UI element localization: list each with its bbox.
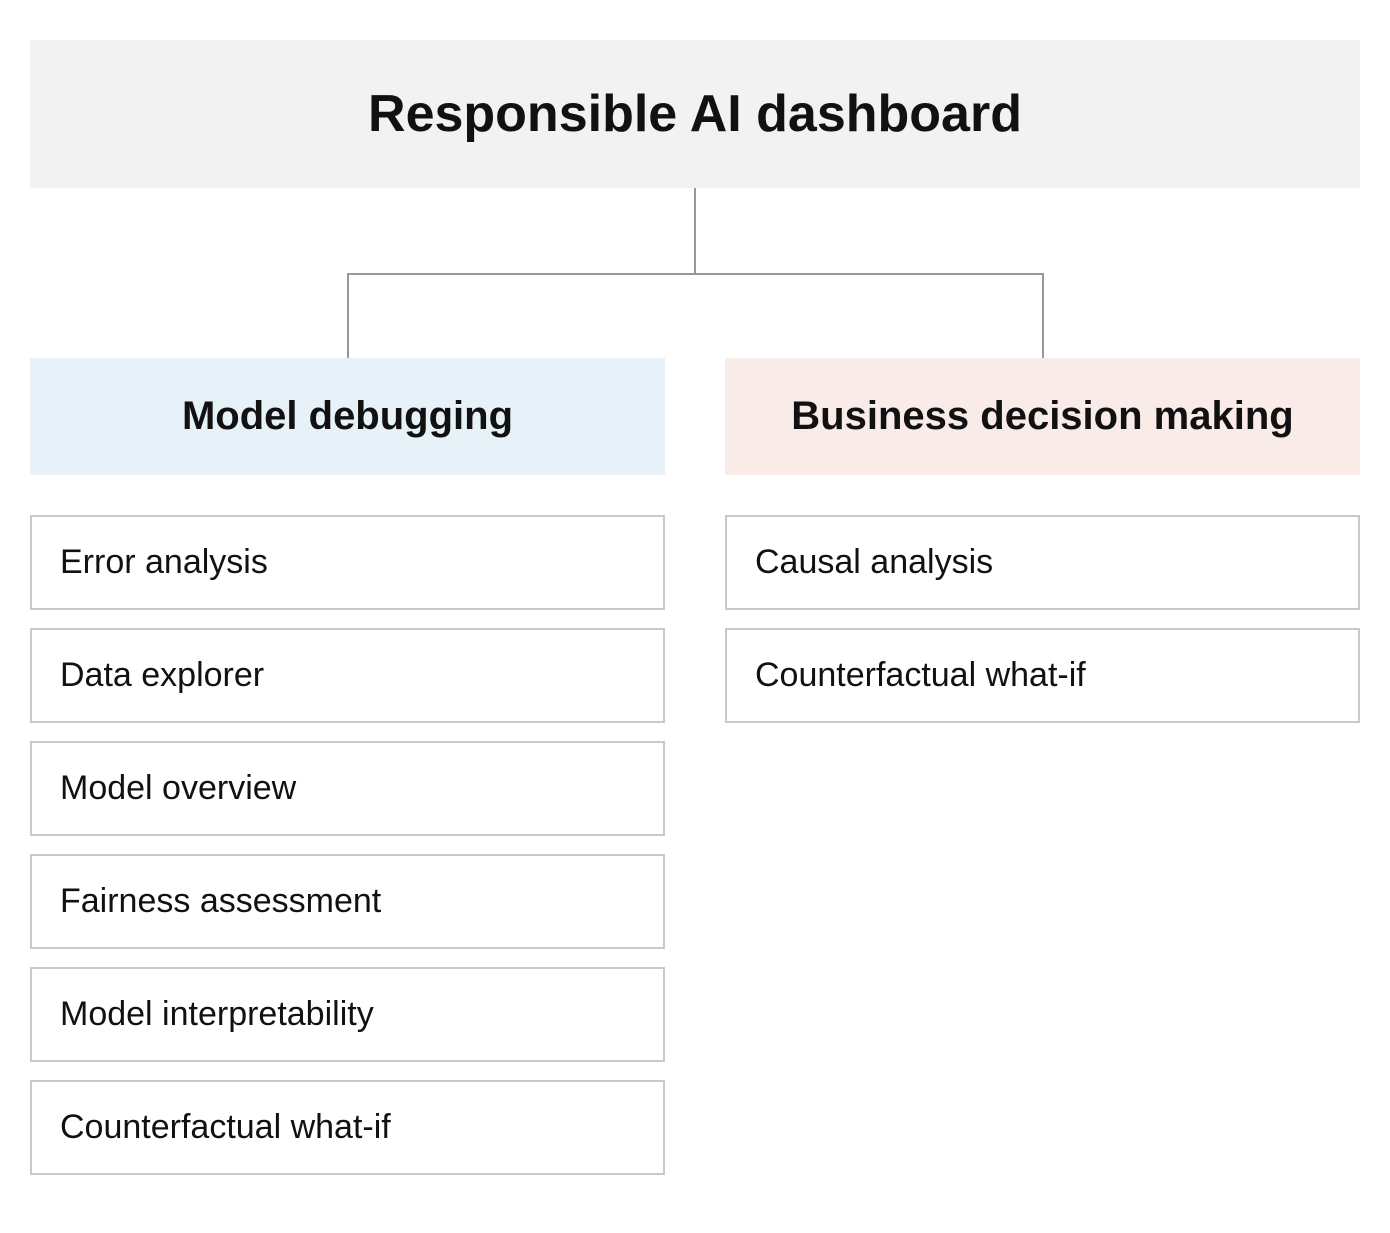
connector-hbar (348, 273, 1043, 275)
connector-stem (694, 188, 696, 273)
column-title: Business decision making (791, 394, 1293, 438)
list-item: Counterfactual what-if (725, 628, 1360, 723)
item-label: Error analysis (60, 543, 268, 581)
list-item: Counterfactual what-if (30, 1080, 665, 1175)
list-item: Fairness assessment (30, 854, 665, 949)
root-title: Responsible AI dashboard (368, 85, 1022, 143)
item-label: Causal analysis (755, 543, 993, 581)
list-item: Data explorer (30, 628, 665, 723)
column-title: Model debugging (182, 394, 513, 438)
column-header-model-debugging: Model debugging (30, 358, 665, 475)
list-item: Model interpretability (30, 967, 665, 1062)
item-label: Counterfactual what-if (60, 1108, 391, 1146)
list-item: Causal analysis (725, 515, 1360, 610)
connector-lines (30, 188, 1360, 358)
root-node: Responsible AI dashboard (30, 40, 1360, 188)
connector-drop-right (1042, 273, 1044, 358)
connector-drop-left (347, 273, 349, 358)
diagram-root: Responsible AI dashboard Model debugging… (30, 40, 1360, 1193)
item-label: Fairness assessment (60, 882, 381, 920)
item-label: Model overview (60, 769, 296, 807)
column-model-debugging: Model debugging Error analysis Data expl… (30, 358, 665, 1193)
item-label: Counterfactual what-if (755, 656, 1086, 694)
column-business-decision-making: Business decision making Causal analysis… (725, 358, 1360, 1193)
column-header-business-decision-making: Business decision making (725, 358, 1360, 475)
list-item: Model overview (30, 741, 665, 836)
columns-container: Model debugging Error analysis Data expl… (30, 358, 1360, 1193)
list-item: Error analysis (30, 515, 665, 610)
item-label: Model interpretability (60, 995, 374, 1033)
item-label: Data explorer (60, 656, 264, 694)
